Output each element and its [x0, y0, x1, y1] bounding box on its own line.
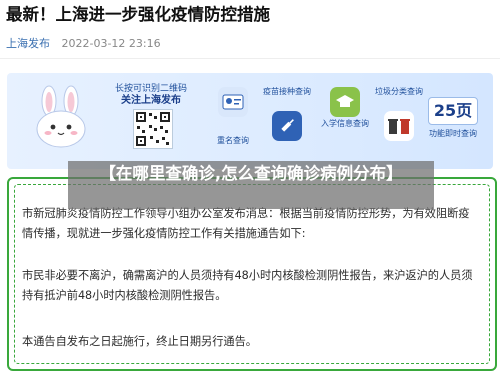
promo-line-1: 长按可识别二维码: [114, 84, 187, 94]
feature-label: 重名查询: [217, 136, 249, 145]
promo-banner[interactable]: 长按可识别二维码 关注上海发布 重名查询 疫苗接种查询 入学信息查询 垃圾分类查…: [7, 73, 493, 169]
notice-paragraph-2: 市民非必要不离沪，确需离沪的人员须持有48小时内核酸检测阴性报告，来沪返沪的人员…: [22, 269, 473, 302]
overlay-title-caption: 【在哪里查确诊,怎么查询确诊病例分布】: [68, 161, 434, 209]
feature-label: 入学信息查询: [321, 119, 369, 128]
promo-line-2: 关注上海发布: [121, 95, 181, 106]
syringe-icon: [272, 111, 302, 141]
notice-paragraph-3: 本通告自发布之日起施行，终止日期另行通告。: [22, 335, 257, 348]
notice-paragraph-1: 市新冠肺炎疫情防控工作领导小组办公室发布消息：根据当前疫情防控形势，为有效阻断疫…: [22, 207, 470, 240]
feature-item-vaccine-query[interactable]: 疫苗接种查询: [257, 87, 317, 143]
id-card-icon: [218, 87, 248, 117]
feature-label: 疫苗接种查询: [263, 87, 311, 96]
feature-label: 垃圾分类查询: [375, 87, 423, 96]
feature-item-school-query[interactable]: 入学信息查询: [315, 87, 375, 129]
header-divider: [0, 58, 500, 59]
promo-text: 长按可识别二维码 关注上海发布: [111, 83, 191, 107]
article-meta: 上海发布 2022-03-12 23:16: [6, 35, 161, 51]
graduation-icon: [330, 87, 360, 117]
qr-code-icon[interactable]: [133, 109, 173, 149]
article-source-link[interactable]: 上海发布: [6, 37, 50, 50]
rabbit-mascot-icon: [36, 85, 86, 148]
pages-counter[interactable]: 25页 功能即时查询: [423, 97, 483, 139]
trash-bins-icon: [384, 111, 414, 141]
feature-item-name-query[interactable]: 重名查询: [203, 87, 263, 146]
feature-item-garbage-query[interactable]: 垃圾分类查询: [369, 87, 429, 143]
pages-label: 功能即时查询: [429, 129, 477, 138]
article-headline: 最新！上海进一步强化疫情防控措施: [6, 5, 270, 24]
article-timestamp: 2022-03-12 23:16: [61, 37, 161, 50]
pages-value: 25页: [428, 97, 478, 125]
